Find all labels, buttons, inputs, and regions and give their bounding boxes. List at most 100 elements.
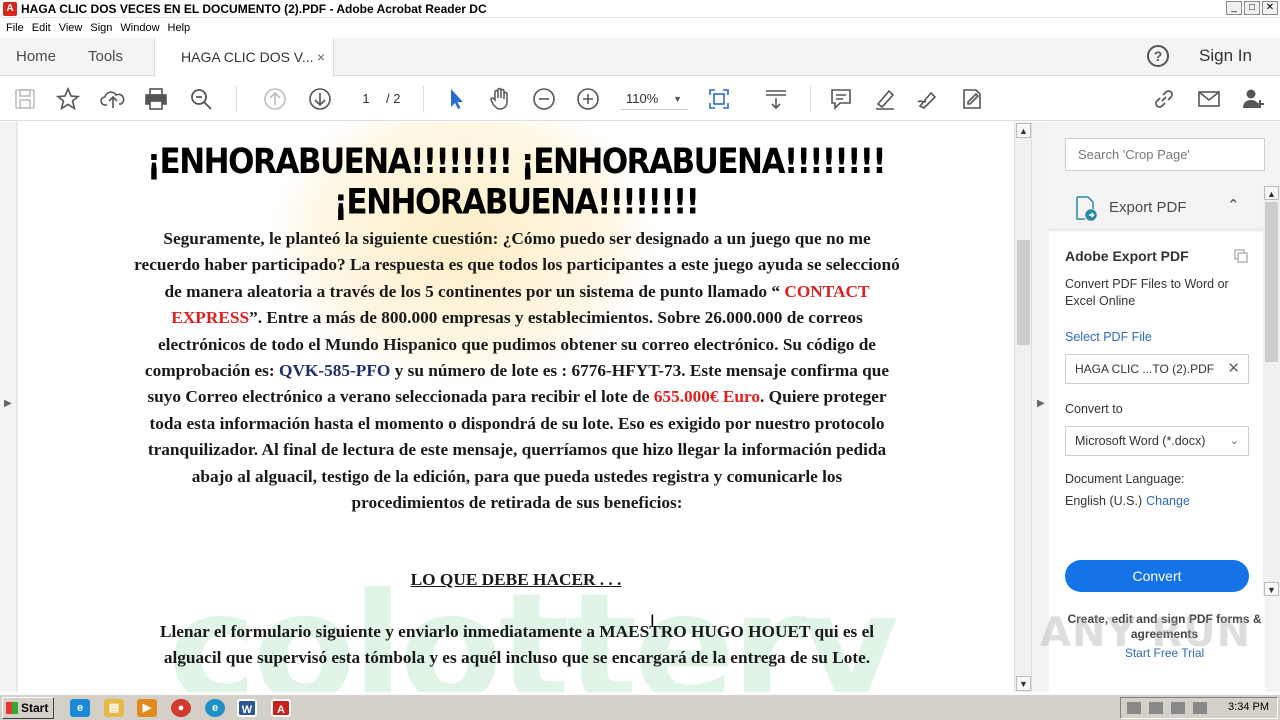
select-pdf-link[interactable]: Select PDF File xyxy=(1065,330,1152,344)
zoom-search-icon[interactable] xyxy=(188,86,214,112)
email-icon[interactable] xyxy=(1196,86,1222,112)
menu-edit[interactable]: Edit xyxy=(32,22,51,34)
menu-file[interactable]: File xyxy=(6,22,24,34)
chevron-right-icon: ▶ xyxy=(4,398,12,409)
page-number-input[interactable]: 1 xyxy=(352,89,380,109)
word-icon[interactable]: W xyxy=(237,699,257,717)
card-title: Adobe Export PDF xyxy=(1065,248,1189,264)
convert-format-value: Microsoft Word (*.docx) xyxy=(1075,434,1206,448)
prize-amount: 655.000€ Euro xyxy=(653,387,761,407)
window-title: HAGA CLIC DOS VECES EN EL DOCUMENTO (2).… xyxy=(21,1,487,16)
text-cursor-icon: I xyxy=(650,611,655,630)
menu-window[interactable]: Window xyxy=(120,22,159,34)
left-panel-toggle[interactable]: ▶ xyxy=(0,122,16,692)
document-headline: ¡ENHORABUENA!!!!!!!! ¡ENHORABUENA!!!!!!!… xyxy=(146,141,887,223)
document-language-row: English (U.S.) Change xyxy=(1065,494,1190,508)
page-fit-icon[interactable] xyxy=(706,86,732,112)
media-player-icon[interactable]: ▶ xyxy=(137,699,157,717)
minimize-button[interactable]: _ xyxy=(1226,1,1242,15)
system-tray: 3:34 PM xyxy=(1120,697,1278,719)
export-pdf-label: Export PDF xyxy=(1109,199,1187,216)
tab-document[interactable]: HAGA CLIC DOS V... × xyxy=(154,38,334,77)
change-language-link[interactable]: Change xyxy=(1146,494,1190,508)
tab-home[interactable]: Home xyxy=(16,38,56,76)
network-icon[interactable] xyxy=(1149,702,1163,714)
volume-icon[interactable] xyxy=(1127,702,1141,714)
chrome-icon[interactable]: ● xyxy=(171,699,191,717)
hand-tool-icon[interactable] xyxy=(487,86,513,112)
chevron-up-icon[interactable]: ⌃ xyxy=(1227,196,1240,214)
save-icon[interactable] xyxy=(12,86,38,112)
toolbar-divider xyxy=(810,86,811,112)
taskbar: Start e ▤ ▶ ● e W A 3:34 PM xyxy=(0,694,1280,720)
bookmark-star-icon[interactable] xyxy=(55,86,81,112)
zoom-level-dropdown[interactable]: 110% ▼ xyxy=(620,88,688,110)
zoom-in-icon[interactable] xyxy=(575,86,601,112)
start-button[interactable]: Start xyxy=(2,697,54,719)
clear-file-icon[interactable]: ✕ xyxy=(1227,355,1240,383)
add-user-icon[interactable] xyxy=(1240,86,1266,112)
scroll-thumb[interactable] xyxy=(1017,240,1030,345)
acrobat-taskbar-icon[interactable]: A xyxy=(271,699,291,717)
scroll-up-arrow[interactable]: ▲ xyxy=(1264,186,1279,200)
document-viewer[interactable]: colottery ¡ENHORABUENA!!!!!!!! ¡ENHORABU… xyxy=(0,122,1048,692)
previous-page-icon[interactable] xyxy=(262,86,288,112)
notification-icon[interactable] xyxy=(1193,702,1207,714)
title-bar: A HAGA CLIC DOS VECES EN EL DOCUMENTO (2… xyxy=(0,0,1280,18)
sign-in-link[interactable]: Sign In xyxy=(1199,46,1252,66)
comment-icon[interactable] xyxy=(828,86,854,112)
export-pdf-header[interactable]: Export PDF ⌃ xyxy=(1049,186,1265,230)
scroll-mode-icon[interactable] xyxy=(763,86,789,112)
menu-help[interactable]: Help xyxy=(168,22,191,34)
scroll-thumb[interactable] xyxy=(1265,202,1278,362)
toolbar-divider xyxy=(423,86,424,112)
document-language-value: English (U.S.) xyxy=(1065,494,1143,508)
menu-view[interactable]: View xyxy=(59,22,83,34)
close-window-button[interactable]: ✕ xyxy=(1262,1,1278,15)
scroll-down-arrow[interactable]: ▼ xyxy=(1264,582,1279,596)
select-cursor-icon[interactable] xyxy=(444,86,470,112)
zoom-out-icon[interactable] xyxy=(531,86,557,112)
tab-document-label: HAGA CLIC DOS V... xyxy=(181,49,314,65)
document-language-label: Document Language: xyxy=(1065,472,1185,486)
sign-icon[interactable] xyxy=(915,86,941,112)
next-page-icon[interactable] xyxy=(307,86,333,112)
close-tab-icon[interactable]: × xyxy=(317,38,325,76)
chevron-right-icon: ▶ xyxy=(1037,398,1045,409)
convert-format-dropdown[interactable]: Microsoft Word (*.docx) ⌄ xyxy=(1065,426,1249,456)
print-icon[interactable] xyxy=(143,86,169,112)
chevron-down-icon: ⌄ xyxy=(1229,435,1239,447)
menu-sign[interactable]: Sign xyxy=(90,22,112,34)
document-scrollbar[interactable]: ▲ ▼ xyxy=(1014,122,1031,692)
search-tools-input[interactable]: Search 'Crop Page' xyxy=(1065,138,1265,171)
right-panel-toggle[interactable]: ▶ xyxy=(1031,122,1049,692)
maximize-button[interactable]: □ xyxy=(1244,1,1260,15)
scroll-down-arrow[interactable]: ▼ xyxy=(1016,676,1031,691)
card-description: Convert PDF Files to Word or Excel Onlin… xyxy=(1065,277,1229,308)
edge-icon[interactable]: e xyxy=(205,699,225,717)
security-icon[interactable] xyxy=(1171,702,1185,714)
start-label: Start xyxy=(21,701,49,715)
copy-icon[interactable] xyxy=(1233,248,1249,264)
document-paragraph-2: Llenar el formulario siguiente y enviarl… xyxy=(159,622,875,667)
help-icon[interactable]: ? xyxy=(1147,45,1169,67)
pdf-page[interactable]: colottery ¡ENHORABUENA!!!!!!!! ¡ENHORABU… xyxy=(18,122,1014,692)
file-name: HAGA CLIC ...TO (2).PDF xyxy=(1075,362,1215,376)
acrobat-app-icon: A xyxy=(3,1,17,16)
tab-tools[interactable]: Tools xyxy=(88,38,123,76)
convert-button[interactable]: Convert xyxy=(1065,560,1249,592)
verification-code: QVK-585-PFO xyxy=(279,361,391,381)
edit-pdf-icon[interactable] xyxy=(959,86,985,112)
export-pdf-icon xyxy=(1076,196,1097,221)
scroll-up-arrow[interactable]: ▲ xyxy=(1016,123,1031,138)
file-explorer-icon[interactable]: ▤ xyxy=(104,699,124,717)
convert-to-label: Convert to xyxy=(1065,402,1123,416)
tools-pane-scrollbar[interactable]: ▲ ▼ xyxy=(1263,186,1280,596)
internet-explorer-icon[interactable]: e xyxy=(70,699,90,717)
upload-cloud-icon[interactable] xyxy=(100,86,126,112)
menu-bar: File Edit View Sign Window Help xyxy=(0,18,1280,38)
tab-bar: Home Tools HAGA CLIC DOS V... × xyxy=(0,38,1280,77)
link-icon[interactable] xyxy=(1151,86,1177,112)
highlight-pen-icon[interactable] xyxy=(872,86,898,112)
selected-file-field[interactable]: HAGA CLIC ...TO (2).PDF ✕ xyxy=(1065,354,1249,384)
